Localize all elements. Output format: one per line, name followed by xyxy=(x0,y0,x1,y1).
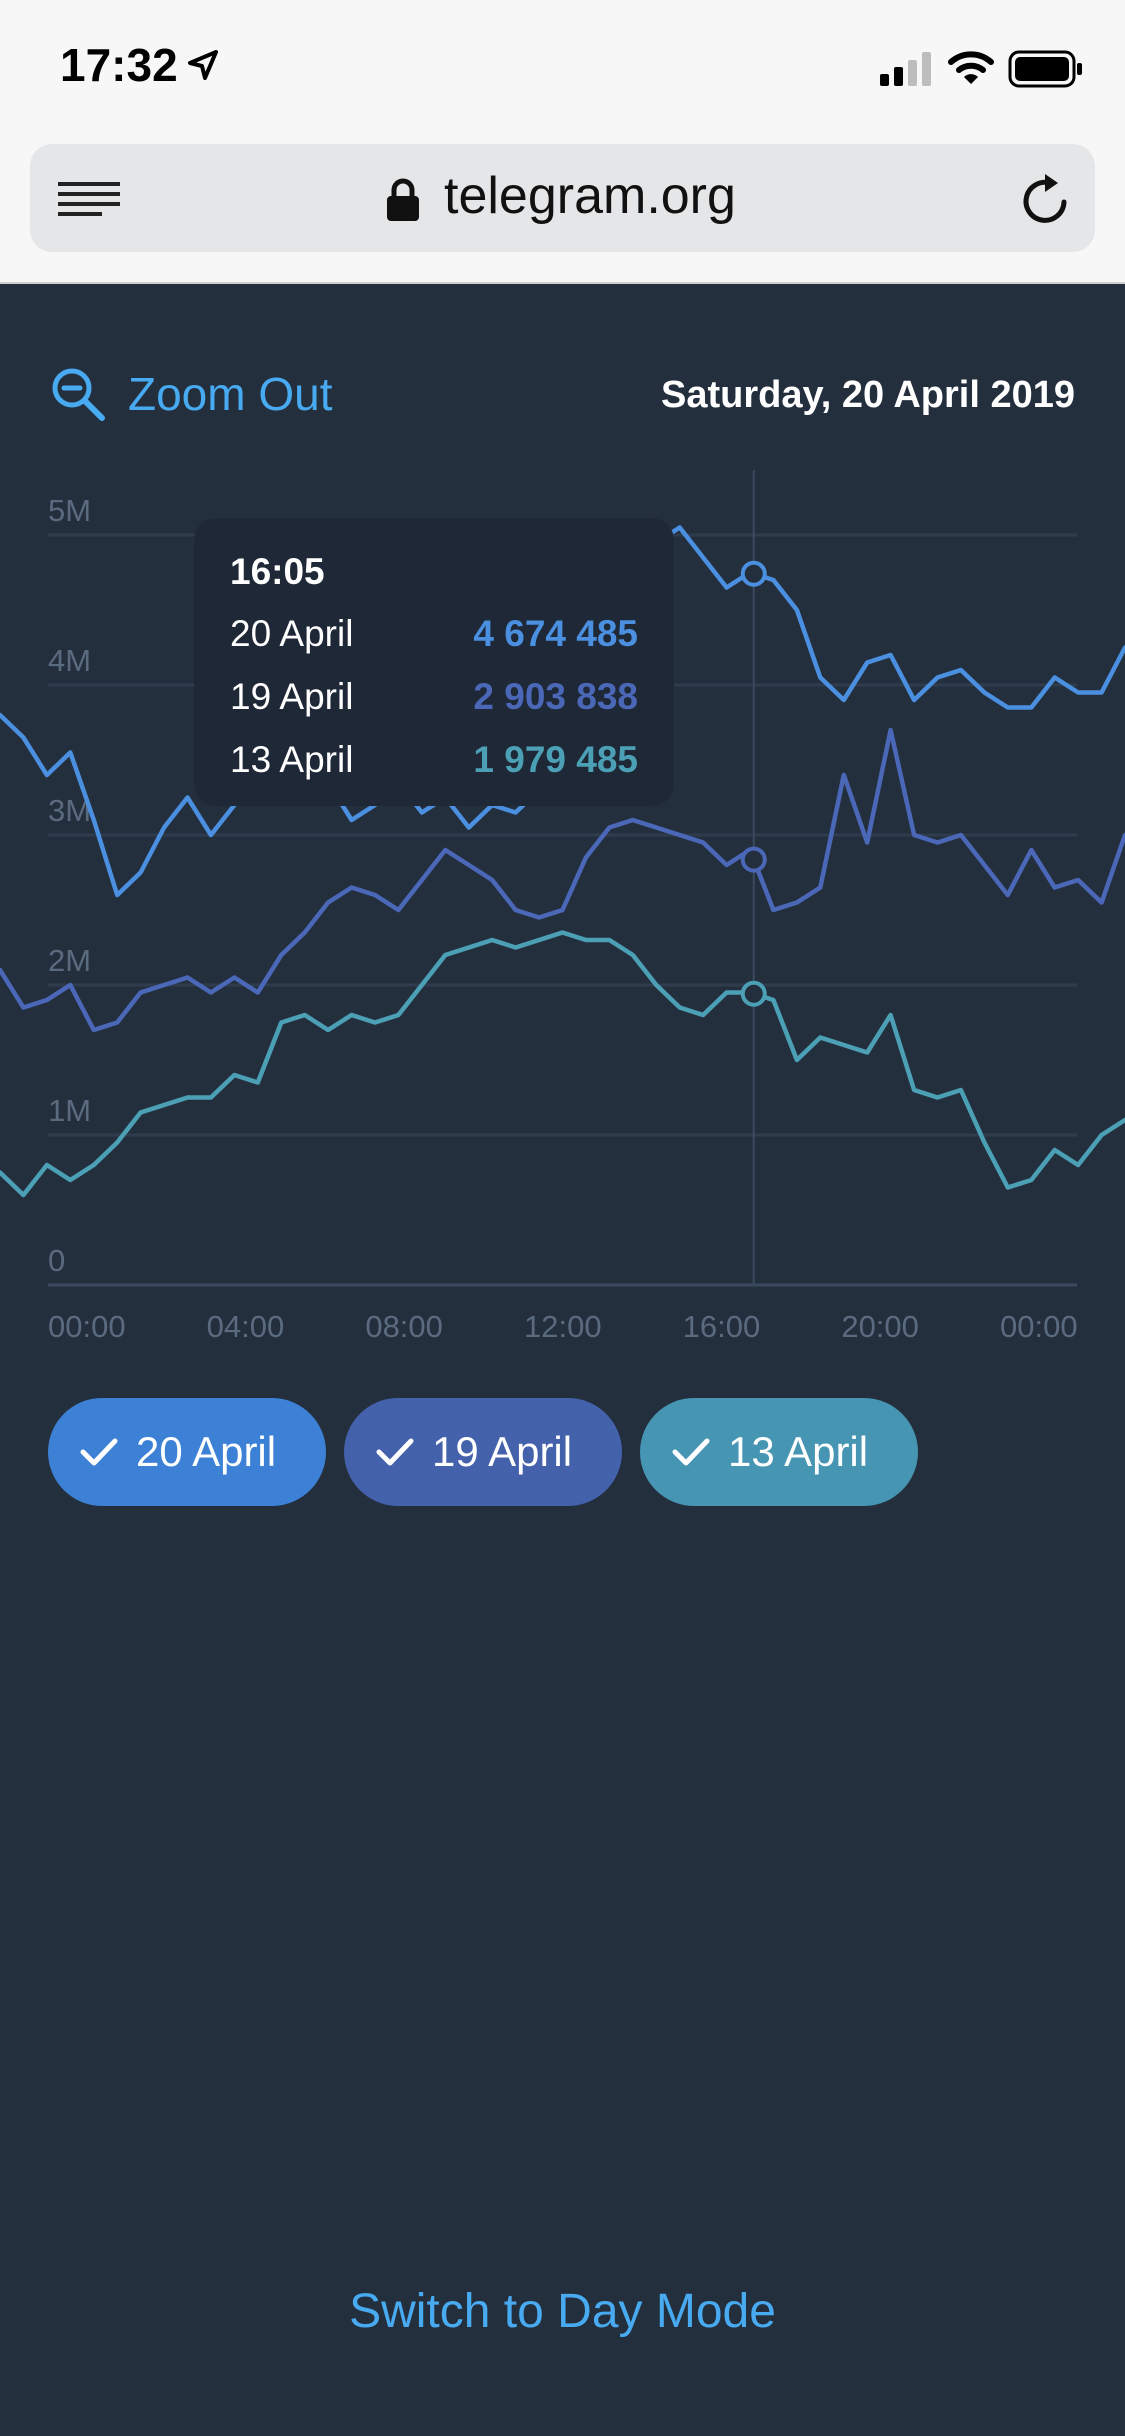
tooltip-row-label: 13 April xyxy=(230,738,354,780)
x-tick-label: 20:00 xyxy=(841,1309,919,1344)
selected-point xyxy=(740,980,767,1007)
tooltip-time: 16:05 xyxy=(230,551,325,592)
reload-icon[interactable] xyxy=(1020,172,1072,226)
selected-point xyxy=(740,846,767,873)
y-tick-label: 0 xyxy=(48,1243,65,1278)
y-tick-label: 5M xyxy=(48,493,91,528)
status-time: 17:32 xyxy=(60,39,178,91)
selected-point xyxy=(740,560,767,587)
url-text[interactable]: telegram.org xyxy=(444,166,736,226)
battery-icon xyxy=(1008,50,1082,88)
toggle-label: 13 April xyxy=(728,1428,869,1475)
date-title: Saturday, 20 April 2019 xyxy=(661,374,1075,416)
browser-toolbar: telegram.org xyxy=(0,140,1125,284)
toggle-13-april[interactable]: 13 April xyxy=(640,1398,918,1506)
toggle-label: 20 April xyxy=(136,1428,277,1475)
tooltip-row: 13 April 1 979 485 xyxy=(230,728,638,791)
tooltip-row-label: 20 April xyxy=(230,612,354,654)
lock-icon xyxy=(387,178,419,221)
tooltip-row: 20 April 4 674 485 xyxy=(230,602,638,665)
x-tick-label: 08:00 xyxy=(365,1309,443,1344)
wifi-icon xyxy=(948,51,994,84)
status-bar: 17:32 xyxy=(0,0,1125,140)
checkmark-icon xyxy=(80,1438,118,1466)
series-toggles: 20 April 19 April 13 April xyxy=(48,1398,936,1506)
reader-menu-icon[interactable] xyxy=(58,180,120,220)
toggle-20-april[interactable]: 20 April xyxy=(48,1398,326,1506)
x-tick-label: 12:00 xyxy=(524,1309,602,1344)
toggle-19-april[interactable]: 19 April xyxy=(344,1398,622,1506)
switch-to-day-mode-link[interactable]: Switch to Day Mode xyxy=(0,2284,1125,2339)
chart-tooltip: 16:05 20 April 4 674 485 19 April 2 903 … xyxy=(194,518,674,806)
tooltip-row-value: 1 979 485 xyxy=(473,738,638,780)
zoom-out-icon xyxy=(52,368,105,421)
checkmark-icon xyxy=(376,1438,414,1466)
x-tick-label: 16:00 xyxy=(683,1309,761,1344)
tooltip-row-label: 19 April xyxy=(230,675,354,717)
address-bar[interactable]: telegram.org xyxy=(30,144,1095,252)
zoom-out-label: Zoom Out xyxy=(128,368,333,420)
tooltip-row: 19 April 2 903 838 xyxy=(230,665,638,728)
x-tick-label: 04:00 xyxy=(207,1309,285,1344)
zoom-out-button[interactable]: Zoom Out xyxy=(50,364,333,424)
y-tick-label: 2M xyxy=(48,943,91,978)
location-arrow-icon xyxy=(188,50,218,80)
checkmark-icon xyxy=(672,1438,710,1466)
tooltip-row-value: 4 674 485 xyxy=(473,612,638,654)
series-line xyxy=(0,930,1125,1198)
cellular-signal-icon xyxy=(880,52,931,86)
y-tick-label: 4M xyxy=(48,643,91,678)
x-tick-label: 00:00 xyxy=(1000,1309,1078,1344)
tooltip-row-value: 2 903 838 xyxy=(473,675,638,717)
y-tick-label: 1M xyxy=(48,1093,91,1128)
x-tick-label: 00:00 xyxy=(48,1309,126,1344)
toggle-label: 19 April xyxy=(432,1428,573,1475)
